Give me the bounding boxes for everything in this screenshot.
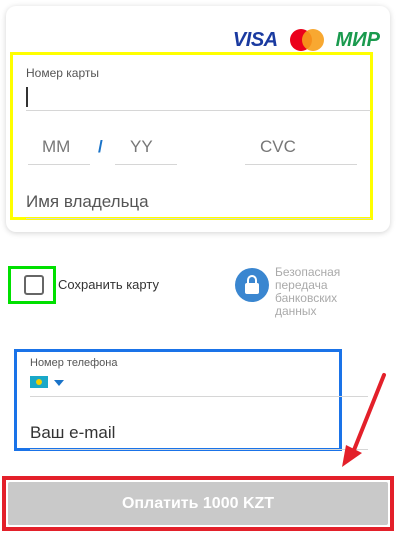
pay-button[interactable]: Оплатить 1000 KZT xyxy=(8,482,388,525)
cardholder-name-input[interactable]: Имя владельца xyxy=(26,192,149,212)
month-underline xyxy=(28,164,90,165)
phone-input[interactable] xyxy=(30,396,368,397)
chevron-down-icon[interactable] xyxy=(54,380,64,386)
expiry-month-input[interactable]: MM xyxy=(42,137,70,157)
email-input[interactable]: Ваш e-mail xyxy=(30,423,115,443)
secure-transfer-text: Безопасная передача банковских данных xyxy=(275,266,375,318)
phone-label: Номер телефона xyxy=(30,357,118,369)
save-card-checkbox[interactable] xyxy=(24,275,44,295)
visa-logo: VISA xyxy=(232,28,278,51)
card-number-label: Номер карты xyxy=(26,66,99,80)
save-card-label[interactable]: Сохранить карту xyxy=(58,277,159,292)
kazakhstan-flag-icon[interactable] xyxy=(30,376,48,388)
mir-logo: МИР xyxy=(335,28,380,51)
card-number-underline xyxy=(26,110,371,111)
payment-logos: VISA МИР xyxy=(233,26,380,54)
cvc-input[interactable]: CVC xyxy=(260,137,296,157)
annotation-arrow-icon xyxy=(342,373,386,467)
secure-line-4: данных xyxy=(275,304,317,318)
lock-icon xyxy=(235,268,269,302)
cvc-underline xyxy=(245,164,357,165)
email-underline xyxy=(30,449,368,450)
card-number-input[interactable] xyxy=(26,87,28,107)
cardholder-underline xyxy=(26,218,371,219)
mastercard-logo xyxy=(289,29,324,51)
expiry-year-input[interactable]: YY xyxy=(130,137,153,157)
expiry-separator: / xyxy=(98,137,103,156)
year-underline xyxy=(115,164,177,165)
